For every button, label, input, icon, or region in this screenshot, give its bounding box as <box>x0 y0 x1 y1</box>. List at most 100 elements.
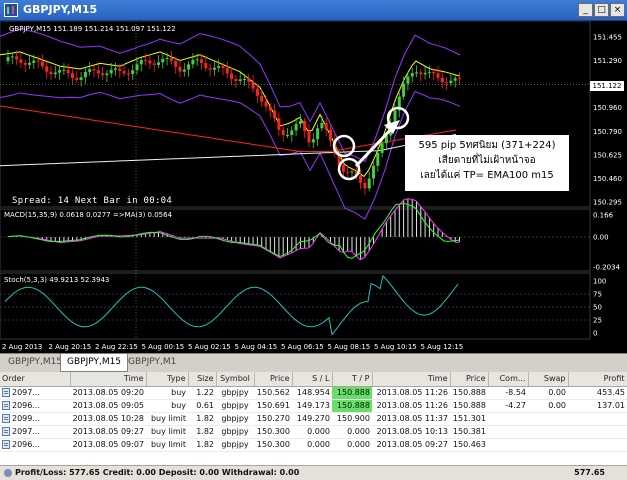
candle-body <box>19 59 23 63</box>
profit-loss-summary: Profit/Loss: 577.65 Credit: 0.00 Deposit… <box>15 468 300 477</box>
candle-body <box>380 143 384 153</box>
column-header[interactable]: T / P <box>332 372 373 387</box>
minimize-button[interactable]: _ <box>578 3 593 17</box>
annotation-line-1: 595 pip 5ทศนิยม (371+224) <box>418 140 556 151</box>
stoch-tick-label: 75 <box>593 291 602 299</box>
column-header[interactable]: Type <box>146 372 189 387</box>
candle-body <box>36 60 40 62</box>
order-id: 2097... <box>12 427 40 436</box>
order-cell: 150.888 <box>450 386 488 400</box>
order-cell: 1.22 <box>188 386 216 400</box>
price-chart[interactable]: 151.455 151.290 151.122 150.960 150.790 150.6… <box>0 21 627 353</box>
candle-body <box>359 175 363 183</box>
annotation-box: 595 pip 5ทศนิยม (371+224) เสียดายที่ไม่เ… <box>405 135 569 191</box>
order-cell: -8.54 <box>488 386 528 400</box>
order-cell: gbpjpy <box>216 386 254 400</box>
candle-body <box>402 83 406 97</box>
order-cell <box>488 412 528 426</box>
annotation-line-2: เสียดายที่ไม่เฝ้าหน้าจอ <box>438 155 536 166</box>
total-profit: 577.65 <box>574 468 605 477</box>
candle-body <box>440 77 444 83</box>
candle-body <box>53 72 57 75</box>
order-cell: 2096... <box>0 438 70 452</box>
candle-body <box>139 60 143 65</box>
time-axis-label: 5 Aug 10:15 <box>374 343 417 351</box>
stoch-tick-label: 0 <box>593 330 597 338</box>
order-cell: 150.888 <box>450 399 488 413</box>
candle-body <box>423 72 427 75</box>
order-cell: 2013.08.05 09:05 <box>70 399 146 413</box>
account-summary: Profit/Loss: 577.65 Credit: 0.00 Deposit… <box>0 465 627 480</box>
column-header[interactable]: Profit <box>568 372 627 387</box>
column-header[interactable]: Swap <box>528 372 569 387</box>
column-header[interactable]: Size <box>188 372 217 387</box>
column-header[interactable]: Price <box>254 372 293 387</box>
order-row[interactable]: 2097... 2013.08.05 09:27 buy limit 1.82 gbpj… <box>0 425 627 439</box>
order-cell: 2013.08.05 11:26 <box>372 386 450 400</box>
order-row[interactable]: 2096... 2013.08.05 09:07 buy limit 1.82 gbpj… <box>0 438 627 452</box>
candle-body <box>376 152 380 166</box>
candle-body <box>15 56 19 60</box>
column-header[interactable]: Symbol <box>216 372 255 387</box>
order-cell: 0.000 <box>332 438 372 452</box>
candle-body <box>410 73 414 77</box>
chart-tab-gbpjpy-m15-active[interactable]: GBPJPY,M15 <box>60 354 129 372</box>
candle-body <box>367 178 371 189</box>
candle-body <box>458 78 461 80</box>
order-cell: 0.000 <box>292 425 332 439</box>
chart-tab-bar: GBPJPY,M15 GBPJPY,M15 GBPJPY,M1 <box>0 353 627 372</box>
price-tick-label: 150.460 <box>593 175 622 183</box>
candle-body <box>105 73 109 76</box>
candle-body <box>346 171 350 173</box>
column-header[interactable]: Time <box>372 372 451 387</box>
order-cell: 137.01 <box>568 399 627 413</box>
order-id: 2096... <box>12 440 40 449</box>
order-cell: buy <box>146 399 188 413</box>
order-cell: 2013.08.05 10:28 <box>70 412 146 426</box>
order-icon <box>2 440 10 449</box>
order-cell: 2013.08.05 11:37 <box>372 412 450 426</box>
candle-body <box>350 171 354 173</box>
order-row[interactable]: 2099... 2013.08.05 10:28 buy limit 1.82 gbpj… <box>0 412 627 426</box>
column-header[interactable]: Price <box>450 372 489 387</box>
candle-body <box>6 57 10 62</box>
order-icon <box>2 414 10 423</box>
time-axis-label: 2 Aug 2013 <box>2 343 42 351</box>
candle-body <box>32 60 36 63</box>
order-cell: gbpjpy <box>216 425 254 439</box>
order-row[interactable]: 2097... 2013.08.05 09:20 buy 1.22 gbpjpy 150.… <box>0 386 627 400</box>
candle-body <box>260 95 264 102</box>
column-header[interactable]: Order <box>0 372 71 387</box>
candle-body <box>161 58 165 63</box>
order-cell: 0.61 <box>188 399 216 413</box>
order-cell <box>528 425 568 439</box>
candle-body <box>88 69 92 72</box>
chart-tab-gbpjpy-m1[interactable]: GBPJPY,M1 <box>122 354 182 372</box>
maximize-button[interactable]: □ <box>594 3 609 17</box>
close-button[interactable]: × <box>610 3 625 17</box>
window-title: GBPJPY,M15 <box>23 3 98 16</box>
price-tick-label: 150.295 <box>593 199 622 207</box>
order-cell <box>528 438 568 452</box>
candle-body <box>96 70 100 74</box>
candle-body <box>286 135 289 137</box>
order-cell <box>528 412 568 426</box>
candle-body <box>152 63 156 65</box>
candle-body <box>234 79 238 82</box>
macd-tick-label: 0.166 <box>593 212 614 220</box>
order-cell: 150.300 <box>254 425 292 439</box>
order-cell: 150.300 <box>254 438 292 452</box>
column-header[interactable]: S / L <box>292 372 333 387</box>
candle-body <box>307 130 311 143</box>
price-tick-label: 150.960 <box>593 104 622 112</box>
column-header[interactable]: Com... <box>488 372 529 387</box>
order-icon <box>2 401 10 410</box>
order-row[interactable]: 2096... 2013.08.05 09:05 buy 0.61 gbpjpy 150.… <box>0 399 627 413</box>
chart-tab-gbpjpy-m15-a[interactable]: GBPJPY,M15 <box>2 354 68 372</box>
time-axis-label: 5 Aug 04:15 <box>235 343 278 351</box>
candle-body <box>101 73 105 76</box>
current-price-tag: 151.122 <box>590 81 624 91</box>
column-header[interactable]: Time <box>70 372 147 387</box>
order-cell: 150.562 <box>254 386 292 400</box>
order-cell: 1.82 <box>188 425 216 439</box>
